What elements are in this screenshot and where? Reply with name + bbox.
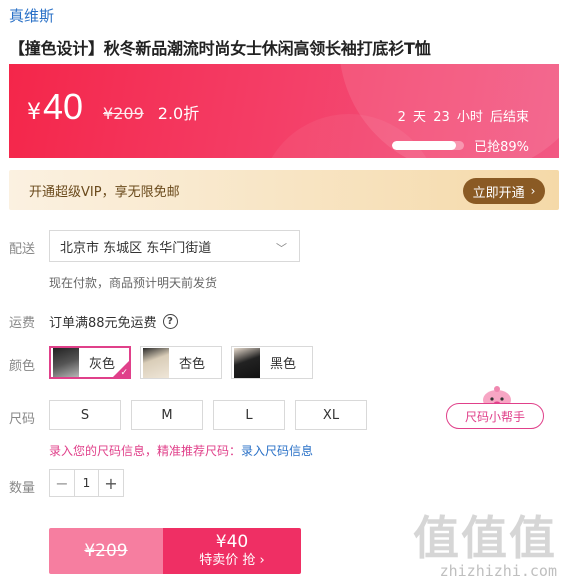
size-hint-text: 录入您的尺码信息，精准推荐尺码： bbox=[49, 444, 242, 458]
shipping-label: 配送 bbox=[9, 242, 36, 257]
color-option-label: 杏色 bbox=[179, 357, 206, 372]
size-option-s[interactable]: S bbox=[49, 400, 121, 430]
buy-bar: ¥209 ¥40 特卖价 抢 › bbox=[49, 528, 301, 574]
color-option-label: 黑色 bbox=[270, 357, 297, 372]
sale-price: 40 bbox=[43, 86, 84, 127]
chevron-right-icon: › bbox=[530, 184, 536, 198]
price-currency: ¥ bbox=[27, 100, 41, 125]
quantity-decrease-button[interactable]: − bbox=[50, 470, 74, 496]
buy-now-button[interactable]: ¥40 特卖价 抢 › bbox=[163, 528, 301, 574]
color-option-apricot[interactable]: 杏色 bbox=[140, 346, 222, 379]
size-label: 尺码 bbox=[9, 412, 36, 427]
product-title: 【撞色设计】秋冬新品潮流时尚女士休闲高领长袖打底衫T恤 bbox=[9, 39, 431, 58]
buy-original-price-button[interactable]: ¥209 bbox=[49, 528, 163, 574]
buy-now-price: ¥40 bbox=[215, 531, 249, 552]
check-icon: ✓ bbox=[120, 368, 128, 378]
question-circle-icon[interactable]: ? bbox=[162, 314, 178, 329]
sold-progress-fill bbox=[392, 141, 457, 150]
discount-label: 2.0折 bbox=[157, 104, 200, 123]
freight-info: 订单满88元免运费 ? bbox=[49, 312, 178, 331]
size-option-m[interactable]: M bbox=[131, 400, 203, 430]
price-banner: ¥ 40 ¥209 2.0折 2 天 23 小时 后结束 已抢89% bbox=[9, 64, 559, 158]
vip-text: 开通超级VIP，享无限免邮 bbox=[29, 185, 180, 200]
vip-open-button[interactable]: 立即开通 › bbox=[463, 178, 545, 204]
price-row: ¥ 40 ¥209 2.0折 bbox=[27, 86, 199, 128]
buy-now-label: 特卖价 抢 › bbox=[199, 552, 265, 568]
freight-label: 运费 bbox=[9, 316, 36, 331]
countdown-timer: 2 天 23 小时 后结束 bbox=[397, 110, 529, 125]
shipping-note: 现在付款，商品预计明天前发货 bbox=[49, 276, 218, 290]
size-helper[interactable]: 尺码小帮手 bbox=[446, 385, 546, 433]
size-info-link[interactable]: 录入尺码信息 bbox=[241, 444, 313, 458]
original-price: ¥209 bbox=[103, 104, 144, 123]
sold-progress: 已抢89% bbox=[392, 136, 529, 155]
watermark-logo: 值值值 bbox=[413, 511, 557, 565]
quantity-stepper: − 1 + bbox=[49, 469, 124, 497]
color-option-black[interactable]: 黑色 bbox=[231, 346, 313, 379]
watermark: 值值值 zhizhizhi.com bbox=[407, 514, 557, 580]
color-option-label: 灰色 bbox=[89, 357, 116, 372]
quantity-input[interactable]: 1 bbox=[74, 470, 99, 496]
vip-banner: 开通超级VIP，享无限免邮 立即开通 › bbox=[9, 170, 559, 210]
size-option-xl[interactable]: XL bbox=[295, 400, 367, 430]
sold-progress-bar bbox=[392, 141, 465, 150]
chevron-down-icon: ﹀ bbox=[276, 242, 287, 255]
vip-open-button-label: 立即开通 bbox=[472, 185, 525, 201]
shipping-address-select[interactable]: 北京市 东城区 东华门街道 ﹀ bbox=[49, 230, 300, 262]
color-swatch-image bbox=[234, 347, 260, 378]
color-swatch-image bbox=[53, 348, 79, 377]
sold-progress-text: 已抢89% bbox=[474, 140, 529, 155]
freight-text: 订单满88元免运费 bbox=[49, 316, 157, 331]
shipping-address: 北京市 东城区 东华门街道 bbox=[60, 240, 212, 256]
size-helper-button[interactable]: 尺码小帮手 bbox=[446, 403, 544, 429]
size-option-l[interactable]: L bbox=[213, 400, 285, 430]
quantity-increase-button[interactable]: + bbox=[99, 470, 123, 496]
color-option-gray[interactable]: 灰色 ✓ bbox=[49, 346, 131, 379]
color-swatch-image bbox=[143, 347, 169, 378]
store-name[interactable]: 真维斯 bbox=[9, 5, 54, 26]
quantity-label: 数量 bbox=[9, 481, 36, 496]
size-hint: 录入您的尺码信息，精准推荐尺码：录入尺码信息 bbox=[49, 442, 313, 459]
color-label: 颜色 bbox=[9, 359, 36, 374]
